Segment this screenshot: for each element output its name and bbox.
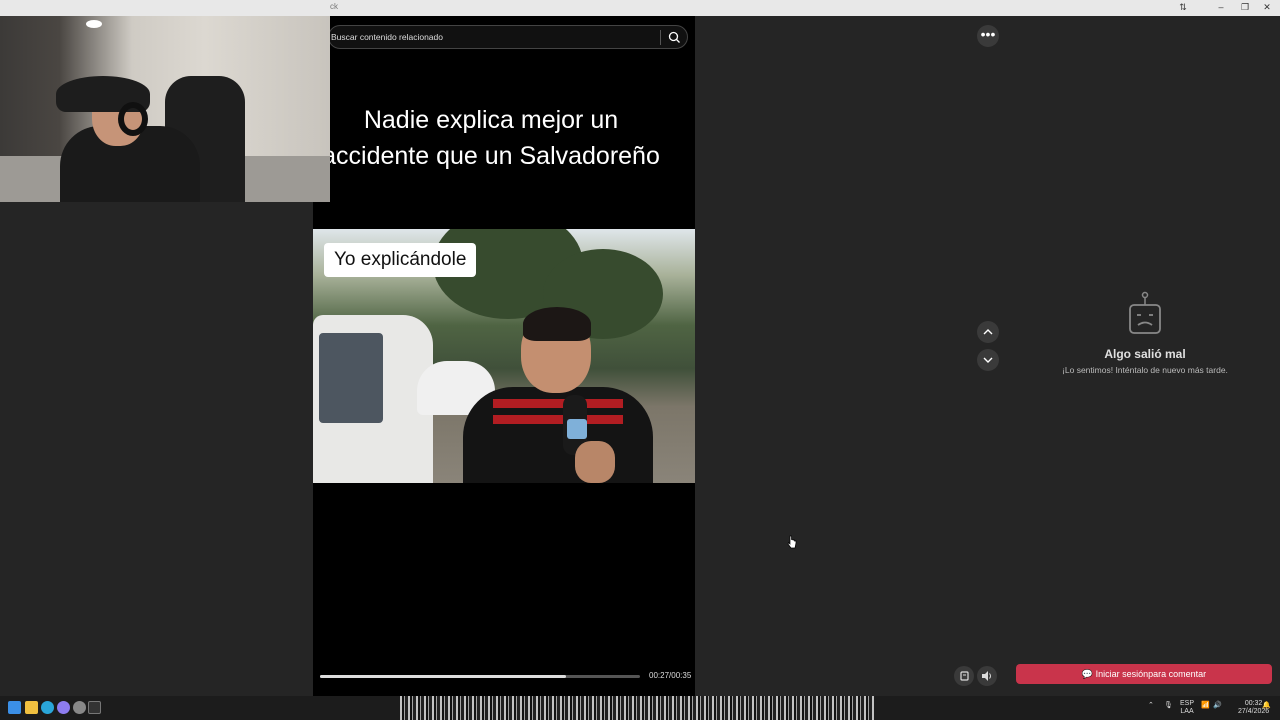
search-icon[interactable] <box>666 29 683 46</box>
video-progress-bar[interactable] <box>320 675 640 678</box>
headset <box>118 102 148 136</box>
ceiling-light <box>86 20 102 28</box>
tray-chevron-icon[interactable]: ⌃ <box>1148 702 1154 710</box>
notification-icon[interactable]: 🔔 <box>1262 702 1271 710</box>
login-label: Iniciar sesiónpara comentar <box>1095 669 1207 679</box>
language-top: ESP <box>1180 700 1195 707</box>
car-window <box>319 333 383 423</box>
window-maximize-button[interactable]: ❐ <box>1238 2 1252 13</box>
video-headline: Nadie explica mejor un accidente que un … <box>322 106 660 170</box>
window-close-button[interactable]: ✕ <box>1260 2 1274 13</box>
video-frame: Yo explicándole <box>313 229 695 483</box>
boy-hair <box>523 307 591 341</box>
error-panel: Algo salió mal ¡Lo sentimos! Inténtalo d… <box>1030 291 1260 375</box>
file-explorer-icon[interactable] <box>25 701 38 714</box>
chevron-up-icon <box>983 329 993 335</box>
volume-icon <box>982 671 991 681</box>
app-content: Buscar contenido relacionado Nadie expli… <box>0 16 1280 696</box>
report-button[interactable] <box>954 666 974 686</box>
search-divider <box>660 30 661 45</box>
hand <box>575 441 615 483</box>
hand-cursor-icon <box>787 535 797 549</box>
speaker-icon[interactable]: 🔊 <box>1213 702 1222 710</box>
video-caption: Yo explicándole <box>324 243 477 277</box>
microphone-badge <box>567 419 587 439</box>
video-time: 00:27/00:35 <box>649 671 692 680</box>
comment-icon: 💬 <box>1081 669 1096 679</box>
previous-video-button[interactable] <box>977 321 999 343</box>
flag-icon <box>960 671 969 681</box>
windows-taskbar: ⌃ 🎙 ESP LAA 📶 🔊 00:32 27/4/2026 🔔 <box>0 696 1280 720</box>
microphone-icon[interactable]: 🎙 <box>1164 702 1173 710</box>
window-title: ck <box>330 2 338 11</box>
login-to-comment-button[interactable]: 💬 Iniciar sesiónpara comentar <box>1016 664 1272 684</box>
error-title: Algo salió mal <box>1104 347 1186 361</box>
sad-robot-icon <box>1125 291 1165 339</box>
app-icon[interactable] <box>57 701 70 714</box>
more-options-button[interactable]: ••• <box>977 25 999 47</box>
next-video-button[interactable] <box>977 349 999 371</box>
window-minimize-button[interactable]: – <box>1214 2 1228 12</box>
taskbar-artifact <box>400 696 874 720</box>
tiktok-icon[interactable] <box>88 701 101 714</box>
language-bottom: LAA <box>1180 708 1194 715</box>
language-indicator[interactable]: ESP LAA <box>1180 700 1194 716</box>
clock-time: 00:32 <box>1244 700 1263 707</box>
video-player[interactable]: Buscar contenido relacionado Nadie expli… <box>313 16 695 696</box>
webcam-overlay <box>0 16 330 202</box>
network-icon[interactable]: 📶 <box>1201 702 1210 710</box>
shirt-stripe <box>493 399 623 408</box>
window-translate-button[interactable]: ⇅ <box>1176 2 1190 13</box>
chevron-down-icon <box>983 357 993 363</box>
search-input[interactable]: Buscar contenido relacionado <box>331 32 443 42</box>
volume-button[interactable] <box>977 666 997 686</box>
shirt-stripe <box>493 415 623 424</box>
settings-icon[interactable] <box>73 701 86 714</box>
start-icon[interactable] <box>8 701 21 714</box>
edge-icon[interactable] <box>41 701 54 714</box>
video-progress-fill <box>320 675 567 678</box>
search-bar[interactable]: Buscar contenido relacionado <box>328 25 688 49</box>
window-titlebar: ck ⇅ – ❐ ✕ <box>0 0 1280 16</box>
error-message: ¡Lo sentimos! Inténtalo de nuevo más tar… <box>1062 365 1228 375</box>
